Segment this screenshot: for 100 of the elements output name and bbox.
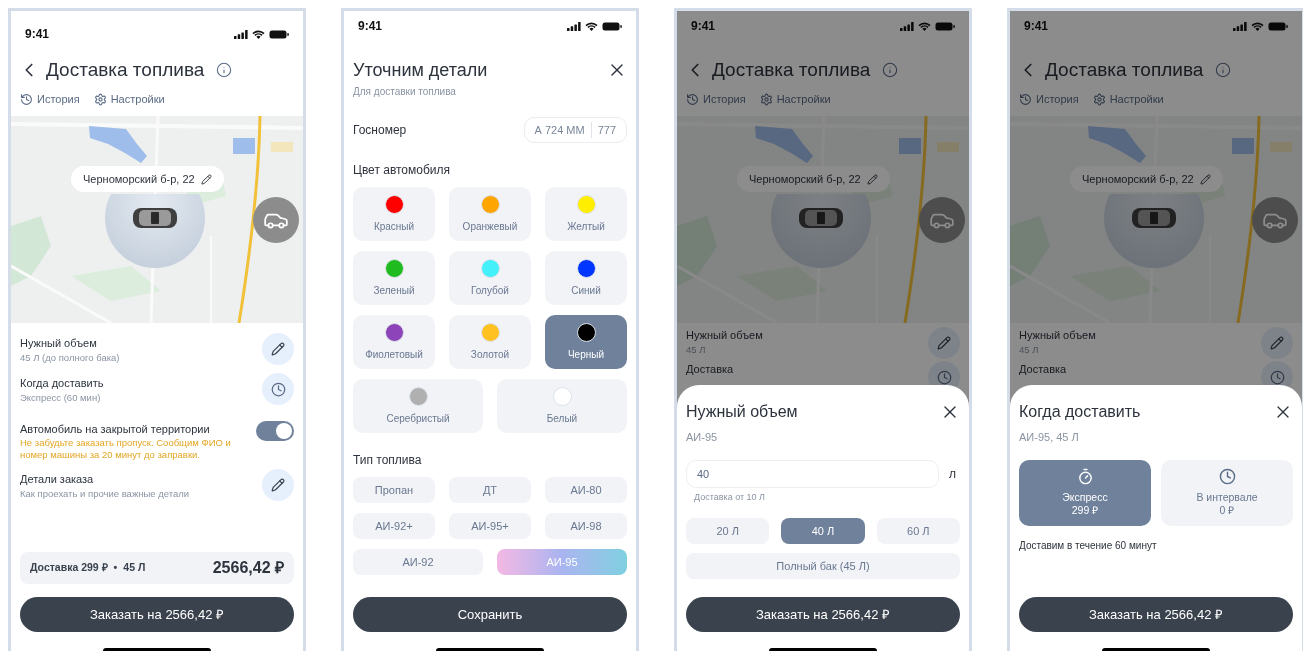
clock-icon <box>1269 369 1285 385</box>
primary-button[interactable]: Сохранить <box>353 597 627 632</box>
pencil-icon <box>1199 173 1211 185</box>
battery-icon <box>1268 21 1288 31</box>
settings-icon <box>93 92 107 106</box>
fuel-option[interactable]: АИ-98 <box>545 513 627 539</box>
row-subtitle: 45 Л (до полного бака) <box>20 350 120 364</box>
history-icon <box>20 92 33 106</box>
address-button[interactable]: Черноморский б-р, 22 <box>737 166 890 192</box>
plate-label: Госномер <box>353 122 407 139</box>
row-subtitle: Как проехать и прочие важные детали <box>20 486 190 500</box>
history-icon <box>686 92 699 106</box>
signal-icon <box>567 21 581 31</box>
info-icon[interactable] <box>216 62 233 78</box>
color-option[interactable]: Желтый <box>545 187 627 241</box>
address-button[interactable]: Черноморский б-р, 22 <box>1070 166 1223 192</box>
input-hint: Доставка от 10 Л <box>694 490 766 504</box>
clock-icon <box>936 369 952 385</box>
primary-button[interactable]: Заказать на 2566,42 ₽ <box>1019 597 1293 632</box>
battery-icon <box>602 21 622 31</box>
signal-icon <box>900 21 914 31</box>
color-option[interactable]: Красный <box>353 187 435 241</box>
section-label: Тип топлива <box>353 452 423 469</box>
color-option[interactable]: Фиолетовый <box>353 315 435 369</box>
primary-button[interactable]: Заказать на 2566,42 ₽ <box>686 597 960 632</box>
fuel-option[interactable]: АИ-95+ <box>449 513 531 539</box>
clock-button[interactable] <box>262 373 294 405</box>
sheet-subtitle: АИ-95, 45 Л <box>1019 430 1080 445</box>
fuel-option[interactable]: АИ-92 <box>353 549 483 575</box>
row-title: Нужный объем <box>1019 328 1096 343</box>
pencil-icon <box>271 478 285 492</box>
color-option[interactable]: Белый <box>497 379 627 433</box>
delivery-price: Доставка 299 ₽ <box>30 560 108 576</box>
info-icon[interactable] <box>1215 62 1232 78</box>
status-time: 9:41 <box>691 18 716 35</box>
status-time: 9:41 <box>358 18 383 35</box>
edit-button[interactable] <box>262 333 294 365</box>
pencil-icon <box>271 342 285 356</box>
row-subtitle: 45 Л <box>686 343 707 356</box>
wifi-icon <box>1251 21 1264 31</box>
unit-label: л <box>949 465 956 483</box>
color-option[interactable]: Оранжевый <box>449 187 531 241</box>
history-link[interactable]: История <box>20 90 80 108</box>
total-price: 2566,42 ₽ <box>212 558 284 578</box>
volume-option[interactable]: Полный бак (45 Л) <box>686 553 960 579</box>
color-option[interactable]: Зеленый <box>353 251 435 305</box>
signal-icon <box>234 29 248 39</box>
color-option[interactable]: Голубой <box>449 251 531 305</box>
edit-button[interactable] <box>928 327 960 359</box>
color-option[interactable]: Черный <box>545 315 627 369</box>
fuel-option[interactable]: АИ-92+ <box>353 513 435 539</box>
delivery-note: Доставим в течение 60 минут <box>1019 538 1158 553</box>
battery-icon <box>269 29 289 39</box>
settings-link[interactable]: Настройки <box>759 90 831 108</box>
clock-icon <box>1218 468 1236 485</box>
row-title: Нужный объем <box>686 328 763 343</box>
color-option[interactable]: Серебристый <box>353 379 483 433</box>
screen-title: Доставка топлива <box>712 57 871 82</box>
delivery-option[interactable]: В интервале 0 ₽ <box>1161 459 1293 526</box>
primary-button[interactable]: Заказать на 2566,42 ₽ <box>20 597 294 632</box>
wifi-icon <box>918 21 931 31</box>
sheet-title: Нужный объем <box>686 402 798 422</box>
clock-icon <box>270 381 286 397</box>
volume-amount: 45 Л <box>123 560 146 576</box>
fuel-option[interactable]: ДТ <box>449 477 531 503</box>
pencil-icon <box>866 173 878 185</box>
settings-icon <box>759 92 773 106</box>
fuel-option[interactable]: АИ-80 <box>545 477 627 503</box>
fuel-option[interactable]: Пропан <box>353 477 435 503</box>
volume-option[interactable]: 20 Л <box>686 518 770 544</box>
plate-field[interactable]: А 724 ММ 777 <box>523 117 627 143</box>
volume-option[interactable]: 60 Л <box>876 518 960 544</box>
edit-button[interactable] <box>1261 327 1293 359</box>
wifi-icon <box>585 21 598 31</box>
pencil-icon <box>1270 336 1284 350</box>
signal-icon <box>1233 21 1247 31</box>
separator-dot: • <box>113 560 118 576</box>
row-title: Автомобиль на закрытой территории <box>20 422 211 437</box>
info-icon[interactable] <box>882 62 899 78</box>
history-link[interactable]: История <box>1019 90 1079 108</box>
address-button[interactable]: Черноморский б-р, 22 <box>71 166 224 192</box>
edit-button[interactable] <box>262 469 294 501</box>
sheet-subtitle: Для доставки топлива <box>353 85 457 99</box>
delivery-option[interactable]: Экспресс 299 ₽ <box>1019 459 1151 526</box>
volume-input[interactable]: 40 <box>686 459 939 488</box>
battery-icon <box>935 21 955 31</box>
settings-link[interactable]: Настройки <box>93 90 165 108</box>
history-link[interactable]: История <box>686 90 746 108</box>
volume-option[interactable]: 40 Л <box>781 518 865 544</box>
color-option[interactable]: Синий <box>545 251 627 305</box>
pencil-icon <box>200 173 212 185</box>
screen-title: Доставка топлива <box>1045 57 1204 82</box>
row-subtitle: Экспресс (60 мин) <box>20 390 102 404</box>
screen-title: Доставка топлива <box>46 57 205 82</box>
color-option[interactable]: Золотой <box>449 315 531 369</box>
toggle-switch[interactable] <box>256 421 294 441</box>
stopwatch-icon <box>1076 468 1094 485</box>
settings-link[interactable]: Настройки <box>1092 90 1164 108</box>
sheet-title: Когда доставить <box>1019 402 1141 422</box>
history-icon <box>1019 92 1032 106</box>
